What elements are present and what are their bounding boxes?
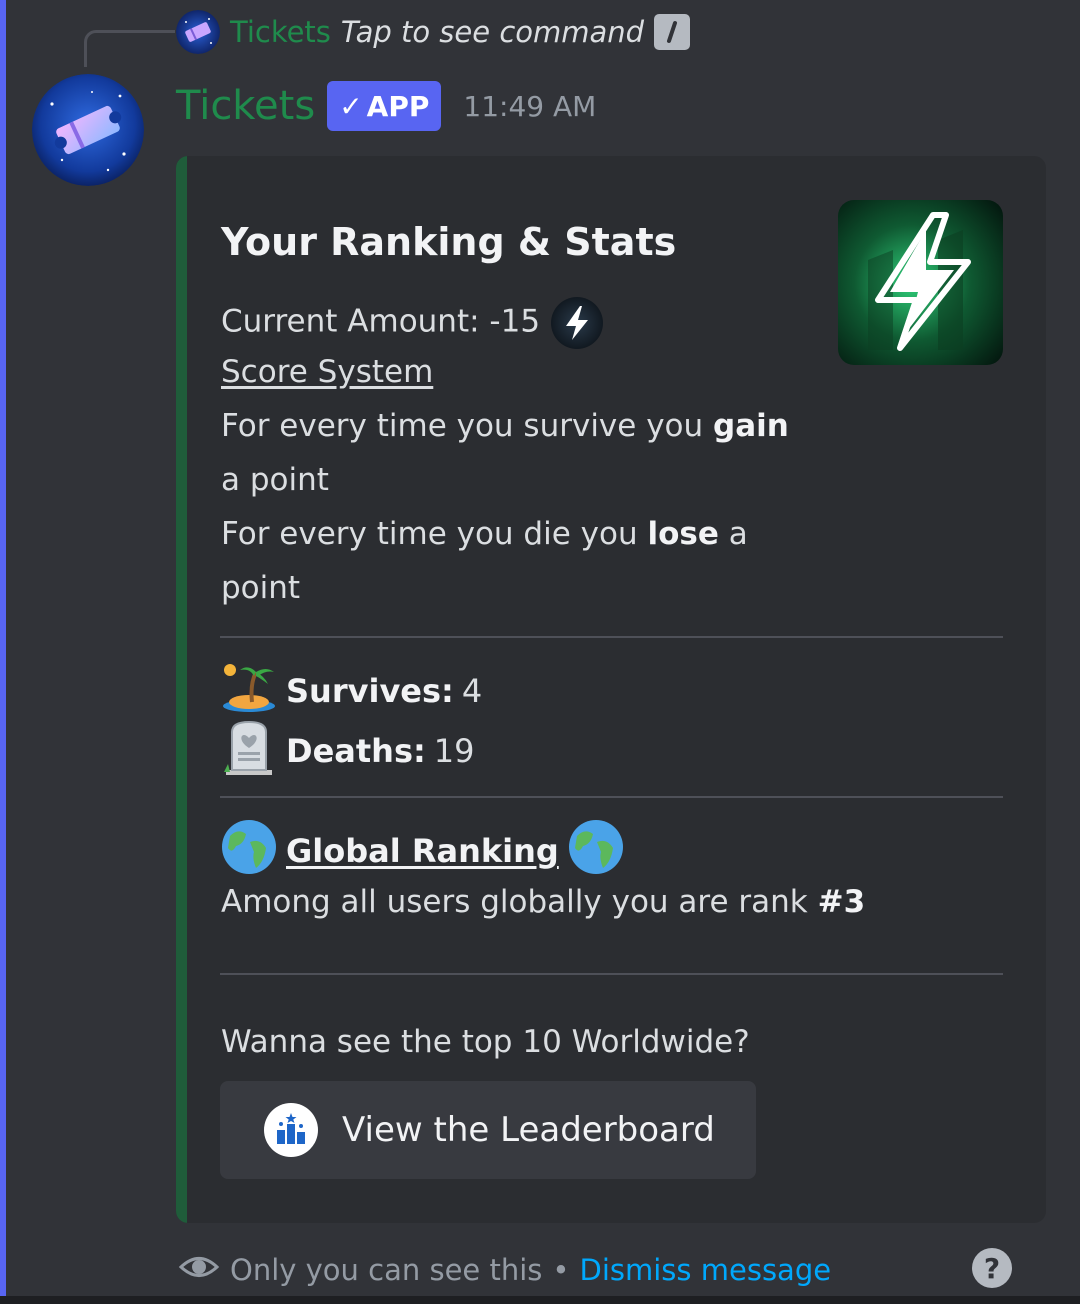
reply-context[interactable]: Tickets Tap to see command xyxy=(176,10,691,54)
score-system-link[interactable]: Score System xyxy=(221,354,433,390)
embed-divider xyxy=(220,796,1003,798)
embed-accent-bar xyxy=(176,156,187,1223)
global-rank-value: #3 xyxy=(817,884,866,920)
embed-title: Your Ranking & Stats xyxy=(221,220,677,264)
bot-avatar[interactable] xyxy=(32,74,144,186)
survives-row: Survives: 4 xyxy=(220,658,482,724)
reply-bot-name[interactable]: Tickets xyxy=(230,15,331,49)
current-amount-text: Current Amount: -15 xyxy=(221,303,541,340)
top10-prompt: Wanna see the top 10 Worldwide? xyxy=(221,1024,750,1060)
embed-divider xyxy=(220,636,1003,638)
gain-emphasis: gain xyxy=(713,408,789,444)
survives-value: 4 xyxy=(461,672,483,710)
stats-embed: Your Ranking & Stats Current Amount: -15… xyxy=(176,156,1046,1223)
lose-rule-tail: a xyxy=(728,516,748,552)
global-rank-line: Among all users globally you are rank #3 xyxy=(221,884,865,920)
message-timestamp[interactable]: 11:49 AM xyxy=(463,90,596,123)
unread-accent-bar xyxy=(0,0,6,1304)
globe-icon xyxy=(567,818,625,884)
bottom-edge xyxy=(0,1296,1080,1304)
reply-spine xyxy=(84,30,175,67)
global-ranking-title: Global Ranking xyxy=(286,832,559,870)
island-icon xyxy=(220,658,278,724)
gain-rule-line-1: For every time you survive you gain xyxy=(221,408,789,444)
global-rank-text: Among all users globally you are rank xyxy=(221,884,808,920)
lose-rule-line-1: For every time you die you lose a xyxy=(221,516,748,552)
leaderboard-icon xyxy=(264,1103,318,1157)
embed-thumbnail-lightning-icon[interactable] xyxy=(838,200,1003,365)
view-leaderboard-button[interactable]: View the Leaderboard xyxy=(220,1081,756,1179)
gain-rule-text: For every time you survive you xyxy=(221,408,704,444)
headstone-icon xyxy=(220,718,278,784)
view-leaderboard-label: View the Leaderboard xyxy=(342,1110,715,1150)
message-header: Tickets ✓ APP 11:49 AM xyxy=(176,78,596,134)
deaths-label: Deaths: xyxy=(286,732,426,770)
survives-label: Survives: xyxy=(286,672,454,710)
deaths-row: Deaths: 19 xyxy=(220,718,475,784)
dismiss-message-link[interactable]: Dismiss message xyxy=(580,1253,832,1287)
help-icon[interactable]: ? xyxy=(972,1248,1012,1288)
reply-bot-avatar[interactable] xyxy=(176,10,220,54)
eye-icon xyxy=(178,1246,220,1295)
lose-rule-line-2: point xyxy=(221,570,301,606)
lose-emphasis: lose xyxy=(647,516,719,552)
lose-rule-text: For every time you die you xyxy=(221,516,638,552)
verified-check-icon: ✓ xyxy=(339,89,363,123)
global-ranking-heading: Global Ranking xyxy=(220,818,625,884)
app-badge: ✓ APP xyxy=(327,81,442,131)
current-amount-line: Current Amount: -15 xyxy=(221,296,604,350)
visibility-note: Only you can see this xyxy=(230,1253,543,1287)
ephemeral-footer: Only you can see this • Dismiss message xyxy=(178,1248,831,1292)
lightning-coin-icon xyxy=(550,296,604,350)
app-badge-label: APP xyxy=(366,89,430,123)
footer-separator: • xyxy=(552,1253,570,1287)
slash-command-icon xyxy=(654,14,691,50)
gain-rule-line-2: a point xyxy=(221,462,329,498)
author-name[interactable]: Tickets xyxy=(176,83,315,129)
reply-command-hint[interactable]: Tap to see command xyxy=(341,15,644,49)
embed-divider xyxy=(220,973,1003,975)
globe-icon xyxy=(220,818,278,884)
deaths-value: 19 xyxy=(433,732,475,770)
